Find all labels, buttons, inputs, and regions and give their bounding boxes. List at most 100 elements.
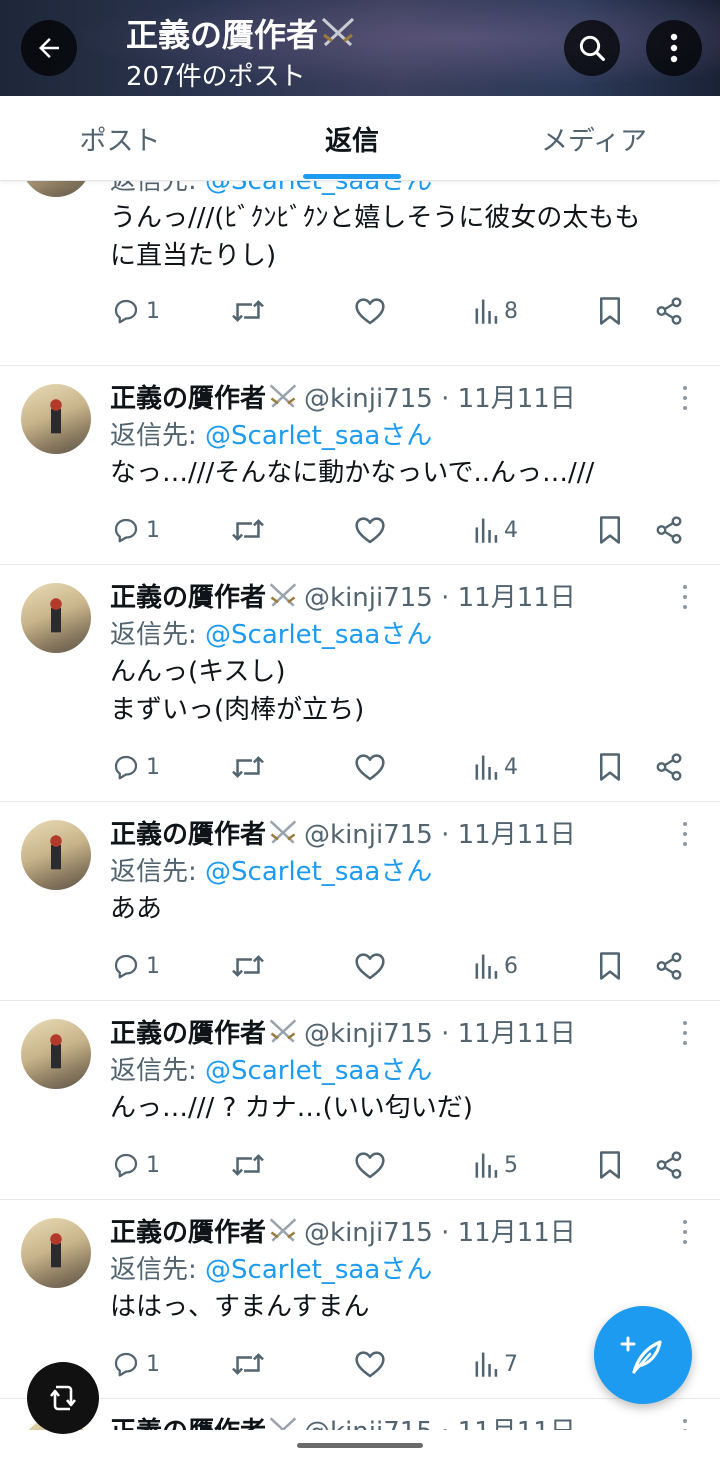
post-item[interactable]: 正義の贋作者 @kinji715 · 11月11日 返信先: @Scarlet_s… — [0, 801, 720, 1001]
views-button[interactable]: 6 — [474, 946, 518, 986]
reply-count: 1 — [146, 1351, 160, 1377]
reply-button[interactable]: 1 — [110, 1145, 160, 1185]
post-item[interactable]: 正義の贋作者 @kinji715 · 11月11日 返信先: @Scarlet_s… — [0, 564, 720, 802]
repost-button[interactable] — [231, 291, 265, 331]
share-button[interactable] — [654, 946, 684, 986]
swap-icon — [49, 1385, 77, 1411]
mention-link[interactable]: @Scarlet_saaさん — [205, 421, 432, 451]
post-more-button[interactable] — [676, 822, 694, 846]
reply-button[interactable]: 1 — [110, 946, 160, 986]
post-more-button[interactable] — [676, 585, 694, 609]
avatar[interactable] — [21, 1218, 91, 1288]
bookmark-button[interactable] — [597, 747, 623, 787]
author-line: 正義の贋作者 @kinji715 · 11月11日 — [110, 378, 576, 415]
repost-button[interactable] — [231, 1344, 265, 1384]
tab-replies[interactable]: 返信 — [272, 96, 432, 180]
search-icon — [579, 35, 605, 61]
views-icon — [475, 518, 498, 543]
author-handle-date: @kinji715 · 11月11日 — [304, 1019, 576, 1049]
crossed-swords-icon — [321, 17, 355, 47]
heart-icon — [355, 1351, 385, 1378]
reply-button[interactable]: 1 — [110, 510, 160, 550]
repost-button[interactable] — [231, 747, 265, 787]
reply-button[interactable]: 1 — [110, 747, 160, 787]
like-button[interactable] — [354, 747, 386, 787]
avatar[interactable] — [21, 180, 91, 197]
post-more-button[interactable] — [676, 1419, 694, 1430]
author-handle-date: @kinji715 · 11月11日 — [304, 583, 576, 613]
more-button[interactable] — [646, 20, 702, 76]
author-name[interactable]: 正義の贋作者 — [110, 1417, 266, 1430]
search-button[interactable] — [564, 20, 620, 76]
switch-account-button[interactable] — [27, 1362, 99, 1434]
like-button[interactable] — [354, 946, 386, 986]
post-more-button[interactable] — [676, 1220, 694, 1244]
active-tab-indicator — [303, 174, 401, 179]
author-name[interactable]: 正義の贋作者 — [110, 1019, 266, 1049]
share-button[interactable] — [654, 1145, 684, 1185]
avatar[interactable] — [21, 384, 91, 454]
repost-button[interactable] — [231, 510, 265, 550]
views-button[interactable]: 8 — [474, 291, 518, 331]
heart-icon — [355, 517, 385, 544]
avatar[interactable] — [21, 1019, 91, 1089]
repost-button[interactable] — [231, 1145, 265, 1185]
post-more-button[interactable] — [676, 1021, 694, 1045]
views-button[interactable]: 7 — [474, 1344, 518, 1384]
mention-link[interactable]: @Scarlet_saaさん — [205, 620, 432, 650]
repost-icon — [232, 1154, 264, 1176]
post-item[interactable]: 正義の贋作者 @kinji715 · 11月11日 返信先: @Scarlet_s… — [0, 1000, 720, 1200]
reply-icon — [114, 755, 138, 780]
post-item[interactable]: 返信先: @Scarlet_saaさん うんっ///(ﾋﾞｸﾝﾋﾞｸﾝと嬉しそう… — [0, 180, 720, 366]
views-button[interactable]: 5 — [474, 1145, 518, 1185]
author-line: 正義の贋作者 @kinji715 · 11月11日 — [110, 1411, 576, 1430]
bookmark-button[interactable] — [597, 946, 623, 986]
bookmark-button[interactable] — [597, 1145, 623, 1185]
author-name[interactable]: 正義の贋作者 — [110, 583, 266, 613]
tab-media[interactable]: メディア — [512, 96, 676, 180]
back-button[interactable] — [21, 20, 77, 76]
views-button[interactable]: 4 — [474, 747, 518, 787]
tab-posts[interactable]: ポスト — [40, 96, 200, 180]
like-button[interactable] — [354, 510, 386, 550]
author-name[interactable]: 正義の贋作者 — [110, 820, 266, 850]
mention-link[interactable]: @Scarlet_saaさん — [205, 1056, 432, 1086]
bookmark-button[interactable] — [597, 510, 623, 550]
author-name[interactable]: 正義の贋作者 — [110, 1218, 266, 1248]
post-text: ははっ、すまんすまん — [110, 1292, 370, 1322]
profile-tabs: ポスト 返信 メディア — [0, 96, 720, 181]
avatar[interactable] — [21, 820, 91, 890]
share-button[interactable] — [654, 747, 684, 787]
crossed-swords-icon — [269, 583, 297, 607]
reply-icon — [114, 954, 138, 979]
reply-button[interactable]: 1 — [110, 291, 160, 331]
author-line: 正義の贋作者 @kinji715 · 11月11日 — [110, 577, 576, 614]
author-name[interactable]: 正義の贋作者 — [110, 384, 266, 414]
post-item[interactable]: 正義の贋作者 @kinji715 · 11月11日 — [0, 1398, 720, 1430]
reply-feed: 返信先: @Scarlet_saaさん うんっ///(ﾋﾞｸﾝﾋﾞｸﾝと嬉しそう… — [0, 180, 720, 1430]
views-button[interactable]: 4 — [474, 510, 518, 550]
post-count: 207件のポスト — [126, 62, 306, 92]
post-item[interactable]: 正義の贋作者 @kinji715 · 11月11日 返信先: @Scarlet_s… — [0, 365, 720, 565]
crossed-swords-icon — [269, 1417, 297, 1430]
mention-link[interactable]: @Scarlet_saaさん — [205, 1255, 432, 1285]
mention-link[interactable]: @Scarlet_saaさん — [205, 857, 432, 887]
share-button[interactable] — [654, 510, 684, 550]
heart-icon — [355, 953, 385, 980]
compose-button[interactable] — [594, 1306, 692, 1404]
views-icon — [475, 1352, 498, 1377]
post-actions: 1 8 — [0, 291, 720, 331]
mention-link[interactable]: @Scarlet_saaさん — [205, 180, 432, 196]
reply-button[interactable]: 1 — [110, 1344, 160, 1384]
avatar[interactable] — [21, 583, 91, 653]
like-button[interactable] — [354, 1145, 386, 1185]
post-more-button[interactable] — [676, 386, 694, 410]
profile-title: 正義の贋作者 — [126, 10, 358, 56]
like-button[interactable] — [354, 291, 386, 331]
bookmark-button[interactable] — [597, 291, 623, 331]
reply-count: 1 — [146, 953, 160, 979]
bookmark-icon — [600, 516, 620, 544]
like-button[interactable] — [354, 1344, 386, 1384]
share-button[interactable] — [654, 291, 684, 331]
repost-button[interactable] — [231, 946, 265, 986]
